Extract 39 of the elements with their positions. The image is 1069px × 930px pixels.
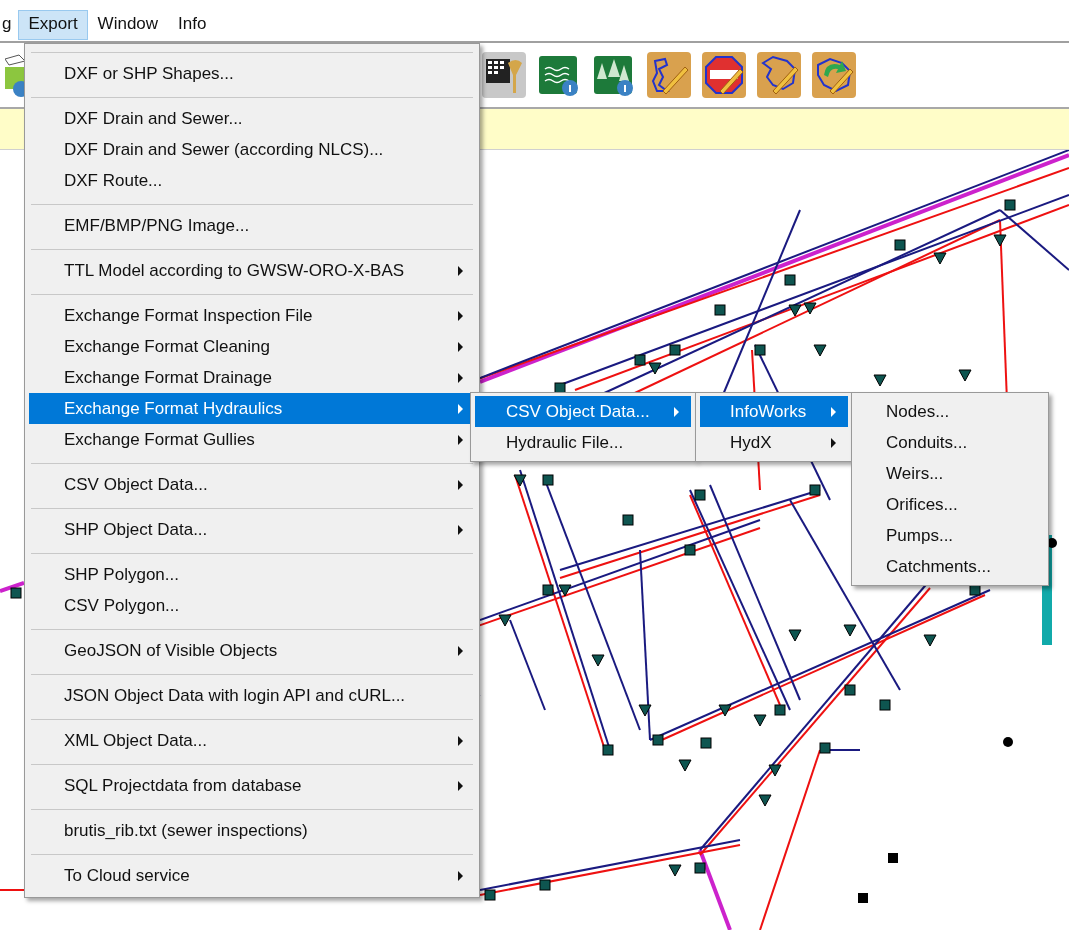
menu-item[interactable]: JSON Object Data with login API and cURL... [29,680,475,711]
menu-item[interactable]: SHP Object Data... [29,514,475,545]
menu-item[interactable]: TTL Model according to GWSW-ORO-X-BAS [29,255,475,286]
menu-item[interactable]: DXF Route... [29,165,475,196]
menu-item[interactable]: EMF/BMP/PNG Image... [29,210,475,241]
menu-item[interactable]: InfoWorks [700,396,848,427]
menu-item[interactable]: Exchange Format Drainage [29,362,475,393]
menu-item[interactable]: Exchange Format Gullies [29,424,475,455]
menu-item[interactable]: CSV Object Data... [29,469,475,500]
menu-item[interactable]: Catchments... [856,551,1044,582]
menu-item[interactable]: SQL Projectdata from database [29,770,475,801]
menu-item[interactable]: GeoJSON of Visible Objects [29,635,475,666]
polygon-pencil-icon[interactable] [757,52,801,98]
menu-item[interactable]: Pumps... [856,520,1044,551]
menu-item[interactable]: To Cloud service [29,860,475,891]
polygon-pencil-icon[interactable] [647,52,691,98]
menu-bar-item[interactable]: g [0,10,19,40]
table-filter-icon[interactable] [482,52,526,98]
menu-item[interactable]: XML Object Data... [29,725,475,756]
menu-item[interactable]: HydX [700,427,848,458]
menu-item[interactable]: CSV Object Data... [475,396,691,427]
menu-bar-item[interactable]: Info [168,10,217,40]
menu-item[interactable]: brutis_rib.txt (sewer inspections) [29,815,475,846]
menu-item[interactable]: Hydraulic File... [475,427,691,458]
menu-item[interactable]: DXF or SHP Shapes... [29,58,475,89]
menu-item[interactable]: CSV Polygon... [29,590,475,621]
menu-item[interactable]: Exchange Format Inspection File [29,300,475,331]
menu-bar-item[interactable]: Window [87,10,169,40]
stop-pencil-icon[interactable] [702,52,746,98]
menu-item[interactable]: Nodes... [856,396,1044,427]
menu-item[interactable]: Exchange Format Cleaning [29,331,475,362]
menu-item[interactable]: Orifices... [856,489,1044,520]
menu-item[interactable]: Conduits... [856,427,1044,458]
menu-item[interactable]: DXF Drain and Sewer (according NLCS)... [29,134,475,165]
menu-item[interactable]: Weirs... [856,458,1044,489]
menu-item[interactable]: SHP Polygon... [29,559,475,590]
menu-bar-item[interactable]: Export [18,10,88,40]
undo-polygon-icon[interactable] [812,52,856,98]
menu-item[interactable]: DXF Drain and Sewer... [29,103,475,134]
